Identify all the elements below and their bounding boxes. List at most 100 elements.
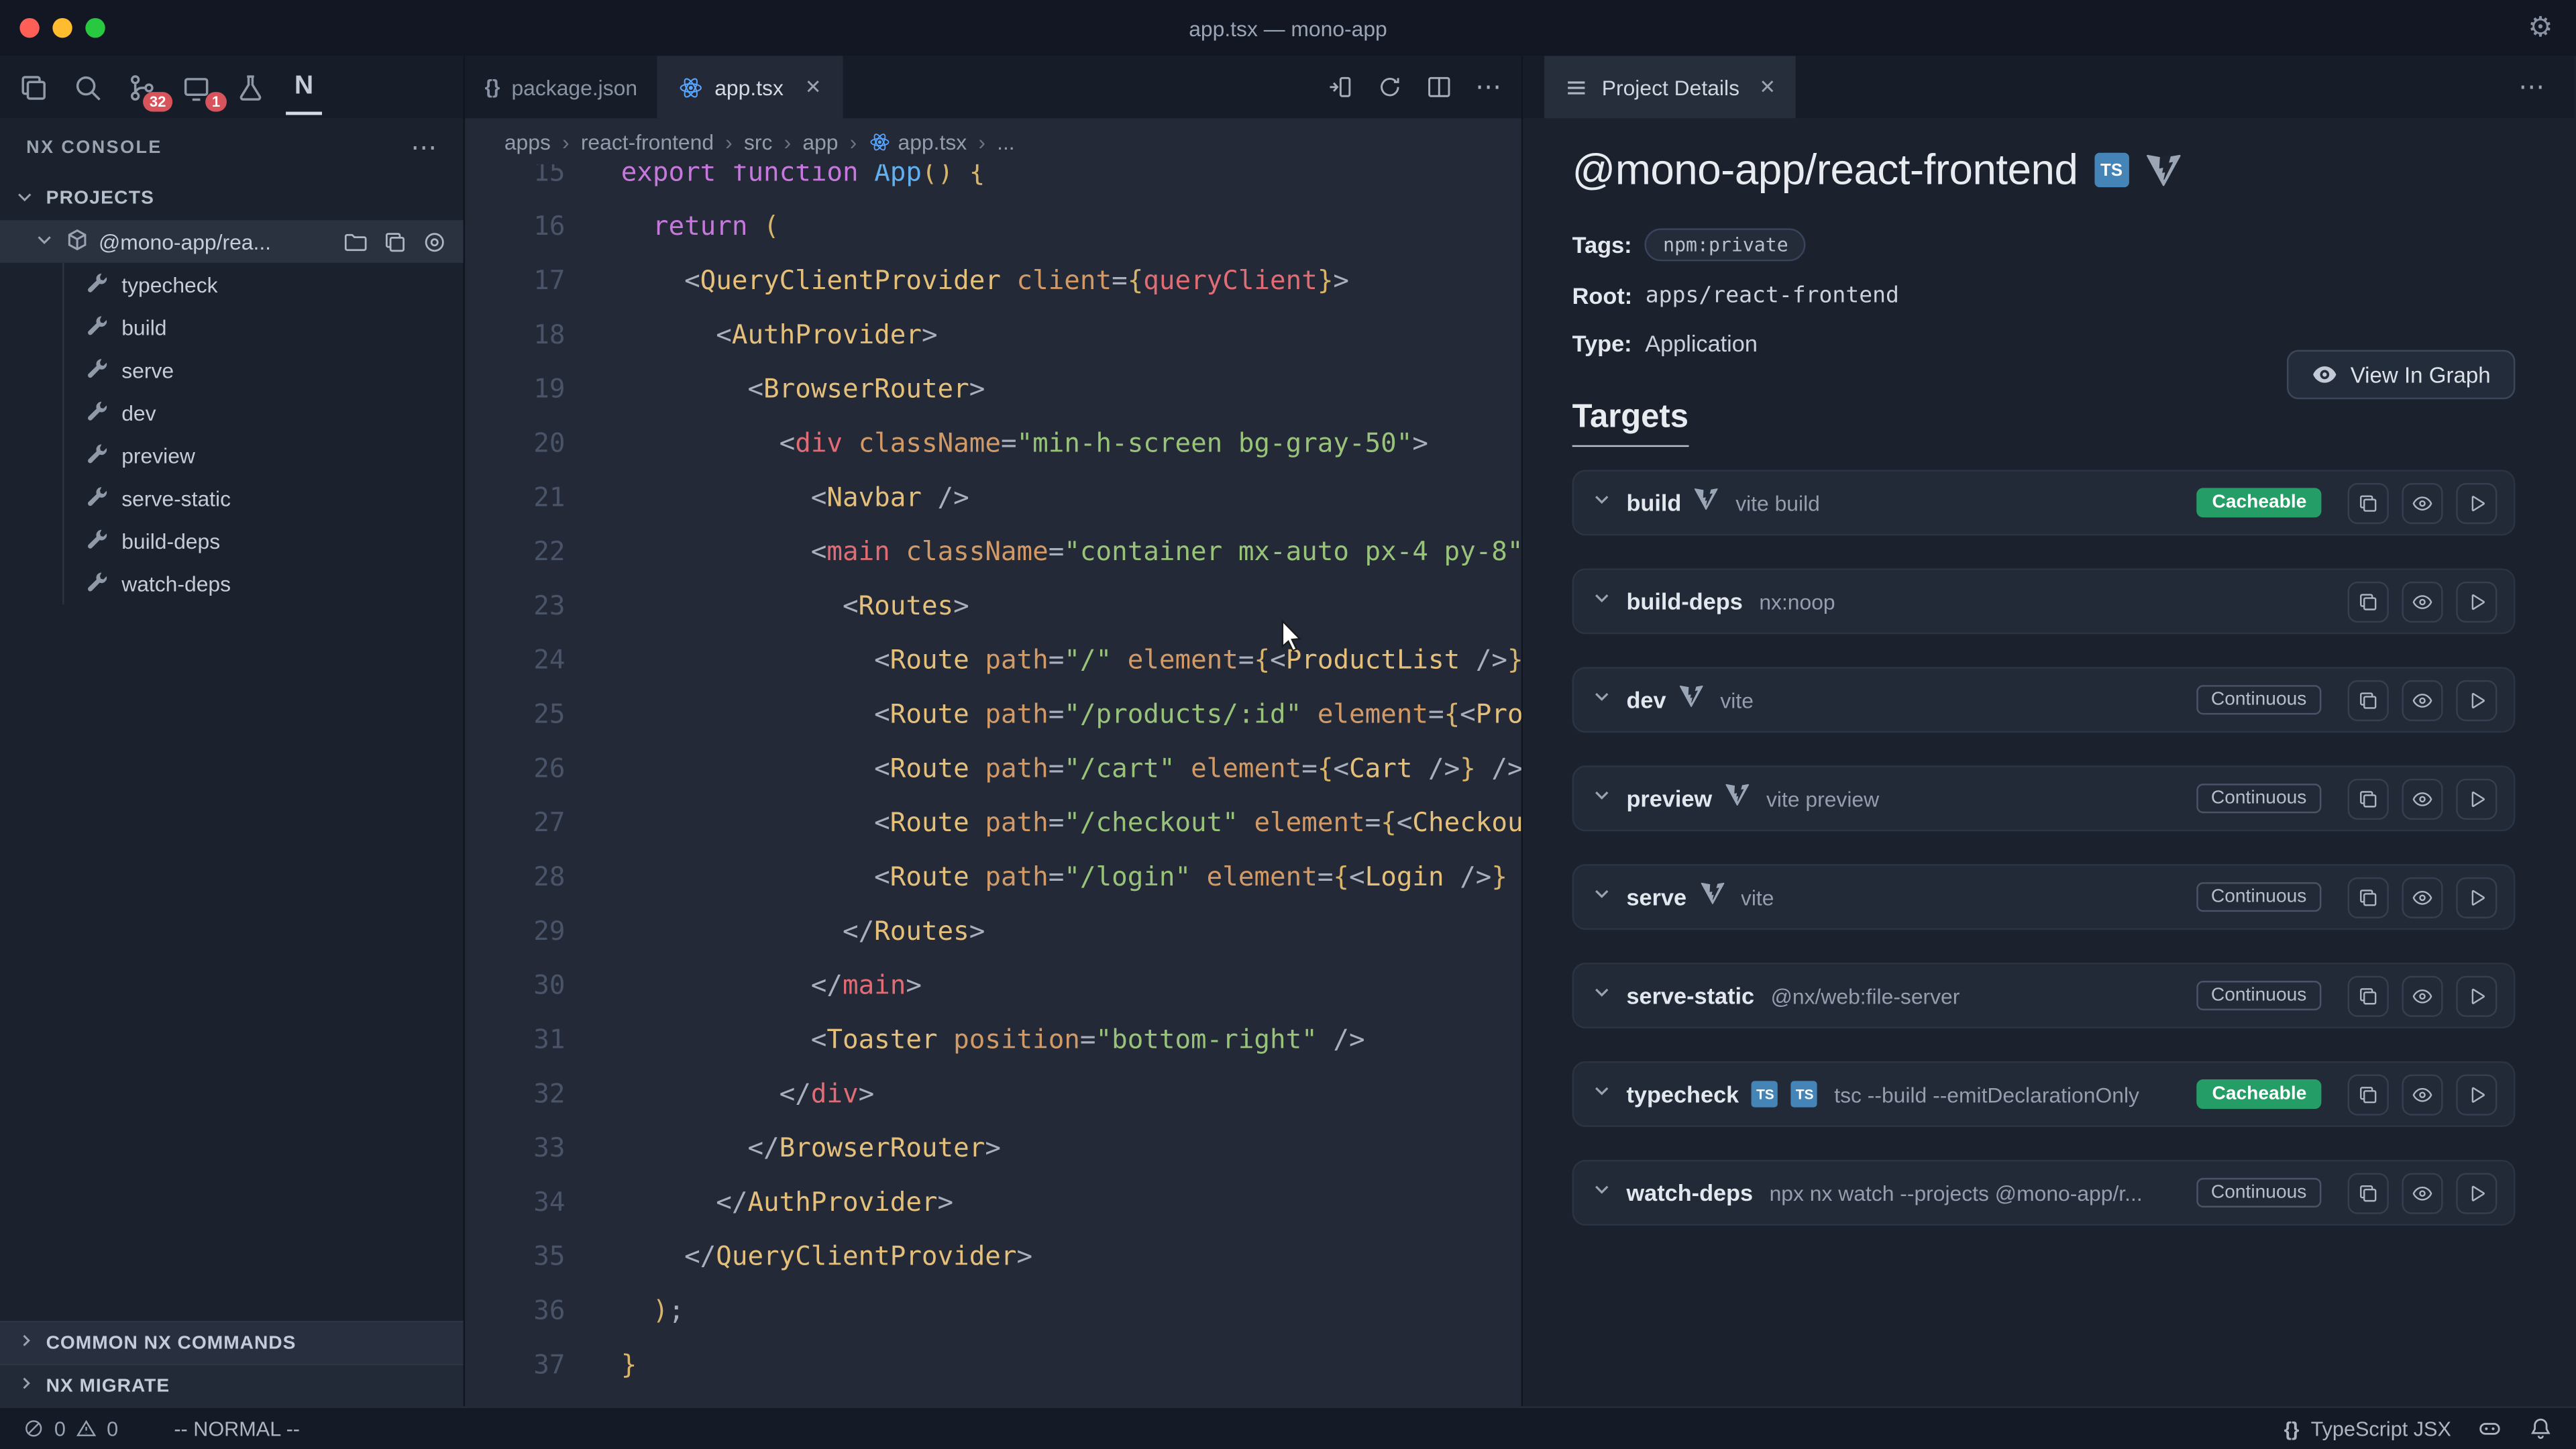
- code-line-36[interactable]: 36 );: [465, 1283, 1521, 1338]
- code-line-27[interactable]: 27 <Route path="/checkout" element={<Che…: [465, 795, 1521, 849]
- code-line-32[interactable]: 32 </div>: [465, 1066, 1521, 1120]
- breadcrumb-item--[interactable]: ...: [997, 129, 1015, 154]
- code-line-24[interactable]: 24 <Route path="/" element={<ProductList…: [465, 633, 1521, 687]
- run-target-button[interactable]: [2456, 778, 2497, 819]
- sidebar-target-dev[interactable]: dev: [0, 391, 464, 434]
- settings-gear-icon[interactable]: ⚙: [2528, 11, 2553, 44]
- sidebar-section-common-nx-commands[interactable]: COMMON NX COMMANDS: [0, 1321, 464, 1364]
- code-line-15[interactable]: 15export function App() {: [465, 164, 1521, 199]
- code-line-26[interactable]: 26 <Route path="/cart" element={<Cart />…: [465, 741, 1521, 795]
- code-line-18[interactable]: 18 <AuthProvider>: [465, 307, 1521, 362]
- chevron-down-icon[interactable]: [1591, 1079, 1613, 1110]
- copilot-icon[interactable]: [2477, 1416, 2502, 1441]
- bell-icon[interactable]: [2528, 1416, 2553, 1441]
- source-control-icon[interactable]: 32: [121, 59, 161, 115]
- chevron-down-icon[interactable]: [1591, 1177, 1613, 1209]
- copy-target-button[interactable]: [2348, 778, 2389, 819]
- more-actions-icon[interactable]: ⋯: [1475, 70, 1505, 103]
- chevron-down-icon[interactable]: [1591, 684, 1613, 716]
- code-line-38[interactable]: 38: [465, 1391, 1521, 1406]
- view-target-button[interactable]: [2402, 778, 2443, 819]
- code-area[interactable]: 15export function App() {16 return (17 <…: [465, 164, 1521, 1406]
- code-line-19[interactable]: 19 <BrowserRouter>: [465, 362, 1521, 416]
- sidebar-target-watch-deps[interactable]: watch-deps: [0, 562, 464, 605]
- files-icon[interactable]: [13, 59, 53, 115]
- code-line-20[interactable]: 20 <div className="min-h-screen bg-gray-…: [465, 416, 1521, 470]
- view-in-graph-button[interactable]: View In Graph: [2286, 350, 2515, 399]
- run-target-button[interactable]: [2456, 1073, 2497, 1114]
- sidebar-target-serve[interactable]: serve: [0, 348, 464, 391]
- remote-monitor-icon[interactable]: 1: [176, 59, 215, 115]
- chevron-down-icon[interactable]: [1591, 783, 1613, 814]
- open-changes-icon[interactable]: [1328, 74, 1354, 100]
- view-target-button[interactable]: [2402, 581, 2443, 622]
- code-line-29[interactable]: 29 </Routes>: [465, 904, 1521, 958]
- chevron-down-icon[interactable]: [1591, 586, 1613, 617]
- sidebar-target-build-deps[interactable]: build-deps: [0, 519, 464, 562]
- vim-mode-indicator[interactable]: -- NORMAL --: [174, 1417, 300, 1440]
- view-target-button[interactable]: [2402, 975, 2443, 1016]
- chevron-down-icon[interactable]: [1591, 881, 1613, 913]
- code-line-30[interactable]: 30 </main>: [465, 958, 1521, 1012]
- copy-target-button[interactable]: [2348, 1172, 2389, 1213]
- split-editor-icon[interactable]: [1426, 74, 1452, 100]
- code-line-37[interactable]: 37}: [465, 1337, 1521, 1391]
- breadcrumb-item-app[interactable]: app: [802, 129, 838, 154]
- run-target-button[interactable]: [2456, 877, 2497, 918]
- code-line-23[interactable]: 23 <Routes>: [465, 578, 1521, 633]
- breadcrumb-item-apps[interactable]: apps: [504, 129, 551, 154]
- folder-icon[interactable]: [343, 229, 368, 254]
- breadcrumb-item-app-tsx[interactable]: app.tsx: [868, 129, 967, 154]
- tree-section-projects[interactable]: PROJECTS: [0, 177, 464, 220]
- tab-project-details[interactable]: Project Details ✕: [1544, 56, 1795, 118]
- sidebar-target-serve-static[interactable]: serve-static: [0, 476, 464, 519]
- copy-icon[interactable]: [383, 229, 408, 254]
- tab-package-json[interactable]: {} package.json: [465, 56, 659, 118]
- breadcrumb-item-react-frontend[interactable]: react-frontend: [581, 129, 714, 154]
- target-icon[interactable]: [422, 229, 447, 254]
- view-target-button[interactable]: [2402, 877, 2443, 918]
- code-line-31[interactable]: 31 <Toaster position="bottom-right" />: [465, 1012, 1521, 1067]
- tab-app-tsx[interactable]: app.tsx ✕: [659, 56, 843, 118]
- panel-more-actions-icon[interactable]: ⋯: [411, 131, 440, 164]
- code-line-28[interactable]: 28 <Route path="/login" element={<Login …: [465, 849, 1521, 904]
- language-mode[interactable]: {} TypeScript JSX: [2284, 1417, 2451, 1440]
- nx-console-icon[interactable]: N: [284, 59, 324, 115]
- copy-target-button[interactable]: [2348, 1073, 2389, 1114]
- run-target-button[interactable]: [2456, 482, 2497, 523]
- view-target-button[interactable]: [2402, 482, 2443, 523]
- run-target-button[interactable]: [2456, 680, 2497, 720]
- run-target-button[interactable]: [2456, 581, 2497, 622]
- copy-target-button[interactable]: [2348, 975, 2389, 1016]
- code-line-33[interactable]: 33 </BrowserRouter>: [465, 1120, 1521, 1175]
- sidebar-target-preview[interactable]: preview: [0, 434, 464, 477]
- code-line-16[interactable]: 16 return (: [465, 199, 1521, 253]
- run-target-button[interactable]: [2456, 975, 2497, 1016]
- tree-item-project[interactable]: @mono-app/rea...: [0, 220, 464, 263]
- code-line-35[interactable]: 35 </QueryClientProvider>: [465, 1229, 1521, 1283]
- chevron-down-icon[interactable]: [1591, 487, 1613, 519]
- code-line-21[interactable]: 21 <Navbar />: [465, 470, 1521, 524]
- view-target-button[interactable]: [2402, 680, 2443, 720]
- breadcrumb-item-src[interactable]: src: [744, 129, 772, 154]
- sidebar-section-nx-migrate[interactable]: NX MIGRATE: [0, 1364, 464, 1407]
- testing-flask-icon[interactable]: [230, 59, 270, 115]
- code-line-17[interactable]: 17 <QueryClientProvider client={queryCli…: [465, 253, 1521, 307]
- chevron-down-icon[interactable]: [1591, 980, 1613, 1012]
- copy-target-button[interactable]: [2348, 581, 2389, 622]
- search-icon[interactable]: [67, 59, 107, 115]
- code-line-22[interactable]: 22 <main className="container mx-auto px…: [465, 524, 1521, 578]
- sidebar-target-typecheck[interactable]: typecheck: [0, 263, 464, 306]
- code-line-25[interactable]: 25 <Route path="/products/:id" element={…: [465, 687, 1521, 741]
- more-actions-icon[interactable]: ⋯: [2518, 70, 2548, 103]
- view-target-button[interactable]: [2402, 1172, 2443, 1213]
- copy-target-button[interactable]: [2348, 680, 2389, 720]
- close-tab-icon[interactable]: ✕: [805, 76, 822, 99]
- view-target-button[interactable]: [2402, 1073, 2443, 1114]
- sidebar-target-build[interactable]: build: [0, 306, 464, 349]
- refresh-icon[interactable]: [1377, 74, 1403, 100]
- close-tab-icon[interactable]: ✕: [1759, 76, 1776, 99]
- run-target-button[interactable]: [2456, 1172, 2497, 1213]
- copy-target-button[interactable]: [2348, 877, 2389, 918]
- copy-target-button[interactable]: [2348, 482, 2389, 523]
